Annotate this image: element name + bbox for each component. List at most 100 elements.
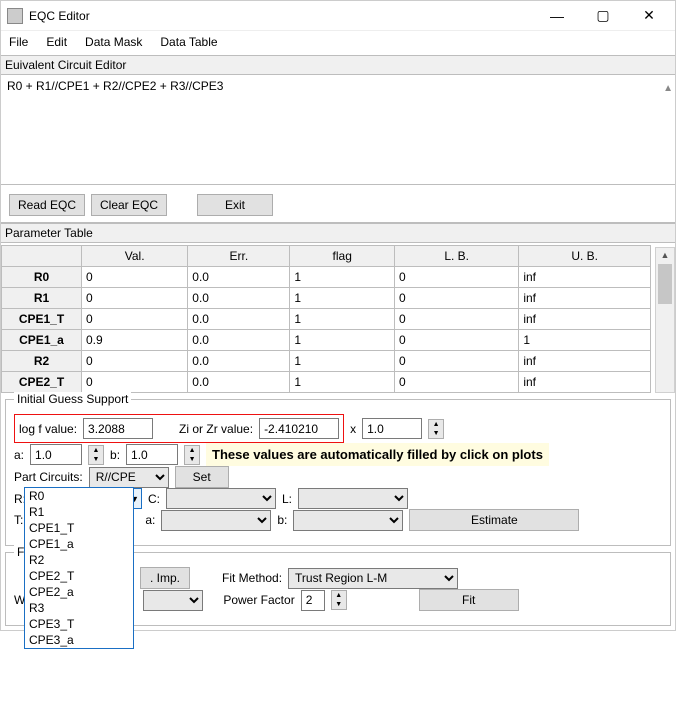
menu-file[interactable]: File (9, 35, 28, 49)
logf-label: log f value: (19, 422, 77, 436)
imp-button[interactable]: . Imp. (140, 567, 190, 589)
x-input[interactable] (362, 418, 422, 439)
auto-values-highlight: log f value: Zi or Zr value: (14, 414, 344, 443)
dropdown-option[interactable]: CPE3_T (25, 616, 133, 632)
menu-data-table[interactable]: Data Table (160, 35, 217, 49)
menu-edit[interactable]: Edit (46, 35, 67, 49)
dropdown-option[interactable]: CPE2_a (25, 584, 133, 600)
cell-val[interactable]: 0 (82, 288, 188, 309)
fit-method-label: Fit Method: (222, 571, 282, 585)
dropdown-option[interactable]: CPE1_a (25, 536, 133, 552)
cell-lb[interactable]: 0 (395, 267, 519, 288)
title-bar: EQC Editor — ▢ ✕ (1, 1, 675, 31)
x-label: x (350, 422, 356, 436)
maximize-button[interactable]: ▢ (589, 5, 617, 27)
scroll-thumb[interactable] (658, 264, 672, 304)
table-row[interactable]: R100.010inf (2, 288, 651, 309)
cell-lb[interactable]: 0 (395, 330, 519, 351)
eqc-section-label: Euivalent Circuit Editor (1, 55, 675, 75)
dropdown-option[interactable]: R3 (25, 600, 133, 616)
cell-ub[interactable]: inf (519, 309, 651, 330)
a2-select[interactable] (161, 510, 271, 531)
eqc-expression-input[interactable]: R0 + R1//CPE1 + R2//CPE2 + R3//CPE3 (1, 75, 675, 185)
col-ub: U. B. (519, 246, 651, 267)
b-input[interactable] (126, 444, 178, 465)
cell-lb[interactable]: 0 (395, 309, 519, 330)
dropdown-option[interactable]: R2 (25, 552, 133, 568)
cell-flag[interactable]: 1 (290, 330, 395, 351)
table-row[interactable]: CPE2_T00.010inf (2, 372, 651, 393)
table-row[interactable]: CPE1_T00.010inf (2, 309, 651, 330)
dropdown-option[interactable]: CPE3_a (25, 632, 133, 648)
cell-val[interactable]: 0 (82, 309, 188, 330)
dropdown-option[interactable]: CPE2_T (25, 568, 133, 584)
cell-err[interactable]: 0.0 (188, 267, 290, 288)
cell-val[interactable]: 0.9 (82, 330, 188, 351)
a-label: a: (14, 448, 24, 462)
cell-lb[interactable]: 0 (395, 351, 519, 372)
b-spinner[interactable]: ▲▼ (184, 445, 200, 465)
col-flag: flag (290, 246, 395, 267)
cell-lb[interactable]: 0 (395, 288, 519, 309)
logf-input[interactable] (83, 418, 153, 439)
table-row[interactable]: R200.010inf (2, 351, 651, 372)
cell-lb[interactable]: 0 (395, 372, 519, 393)
cell-flag[interactable]: 1 (290, 351, 395, 372)
dropdown-option[interactable]: R0 (25, 488, 133, 504)
a-spinner[interactable]: ▲▼ (88, 445, 104, 465)
cell-ub[interactable]: inf (519, 267, 651, 288)
c-select[interactable] (166, 488, 276, 509)
cell-err[interactable]: 0.0 (188, 288, 290, 309)
cell-flag[interactable]: 1 (290, 309, 395, 330)
zizr-label: Zi or Zr value: (179, 422, 253, 436)
exit-button[interactable]: Exit (197, 194, 273, 216)
table-row[interactable]: R000.010inf (2, 267, 651, 288)
fit-button[interactable]: Fit (419, 589, 519, 611)
part-circuits-select[interactable]: R//CPE (89, 467, 169, 488)
set-button[interactable]: Set (175, 466, 229, 488)
read-eqc-button[interactable]: Read EQC (9, 194, 85, 216)
pf-spinner[interactable]: ▲▼ (331, 590, 347, 610)
menu-data-mask[interactable]: Data Mask (85, 35, 142, 49)
w-select[interactable] (143, 590, 203, 611)
clear-eqc-button[interactable]: Clear EQC (91, 194, 167, 216)
minimize-button[interactable]: — (543, 5, 571, 27)
close-button[interactable]: ✕ (635, 5, 663, 27)
c-label: C: (148, 492, 160, 506)
cell-ub[interactable]: inf (519, 351, 651, 372)
l-label: L: (282, 492, 292, 506)
l-select[interactable] (298, 488, 408, 509)
cell-err[interactable]: 0.0 (188, 309, 290, 330)
col-err: Err. (188, 246, 290, 267)
cell-flag[interactable]: 1 (290, 267, 395, 288)
cell-val[interactable]: 0 (82, 267, 188, 288)
x-spinner[interactable]: ▲▼ (428, 419, 444, 439)
dropdown-option[interactable]: CPE1_T (25, 520, 133, 536)
b-label: b: (110, 448, 120, 462)
cell-err[interactable]: 0.0 (188, 351, 290, 372)
power-factor-input[interactable] (301, 590, 325, 611)
cell-err[interactable]: 0.0 (188, 330, 290, 351)
cell-flag[interactable]: 1 (290, 372, 395, 393)
scroll-up-icon[interactable]: ▲ (663, 83, 673, 94)
cell-val[interactable]: 0 (82, 372, 188, 393)
zizr-input[interactable] (259, 418, 339, 439)
table-row[interactable]: CPE1_a0.90.0101 (2, 330, 651, 351)
cell-err[interactable]: 0.0 (188, 372, 290, 393)
param-scrollbar[interactable]: ▲ (655, 247, 675, 393)
fit-method-select[interactable]: Trust Region L-M (288, 568, 458, 589)
param-section-label: Parameter Table (1, 223, 675, 243)
cell-ub[interactable]: inf (519, 288, 651, 309)
a2-label: a: (145, 513, 155, 527)
cell-ub[interactable]: 1 (519, 330, 651, 351)
r-select-dropdown[interactable]: R0R1CPE1_TCPE1_aR2CPE2_TCPE2_aR3CPE3_TCP… (24, 487, 134, 649)
scroll-up-icon[interactable]: ▲ (656, 248, 674, 262)
estimate-button[interactable]: Estimate (409, 509, 579, 531)
cell-flag[interactable]: 1 (290, 288, 395, 309)
cell-ub[interactable]: inf (519, 372, 651, 393)
a-input[interactable] (30, 444, 82, 465)
cell-val[interactable]: 0 (82, 351, 188, 372)
dropdown-option[interactable]: R1 (25, 504, 133, 520)
part-circuits-label: Part Circuits: (14, 470, 83, 484)
b2-select[interactable] (293, 510, 403, 531)
